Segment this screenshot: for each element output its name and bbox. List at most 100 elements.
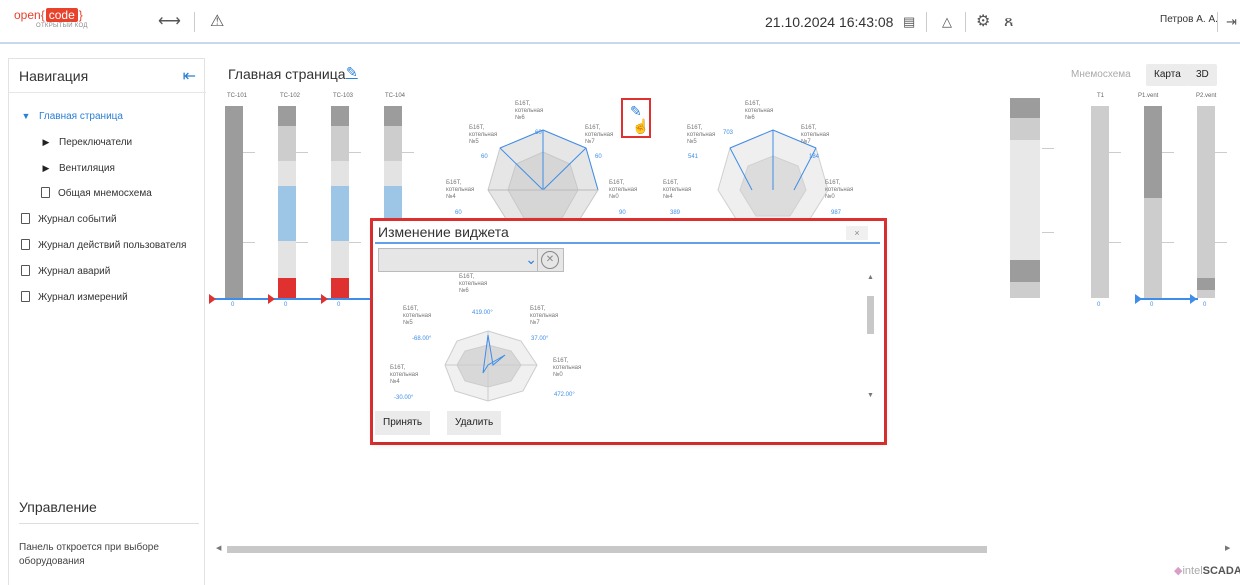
level-marker-icon	[1135, 294, 1142, 304]
widget-select[interactable]: ⌄ ✕	[378, 248, 564, 272]
tc-label: TC-103	[333, 93, 354, 99]
widget-edit-highlight[interactable]: ✎ ☝	[621, 98, 651, 138]
sidebar-item-measurement-log[interactable]: Журнал измерений	[21, 287, 128, 309]
tab-map[interactable]: Карта	[1146, 64, 1189, 86]
document-icon	[21, 265, 30, 276]
level-marker-icon	[1190, 294, 1197, 304]
brand-logo: ◆intelSCADA	[1174, 565, 1240, 577]
edit-page-icon[interactable]: ✎	[346, 64, 358, 81]
sidebar-item-ventilation[interactable]: ▶ Вентиляция	[39, 157, 115, 179]
logo[interactable]: open{code} ОТКРЫТЫЙ КОД	[14, 8, 88, 29]
tc-label: TC-102	[280, 93, 301, 99]
tab-3d[interactable]: 3D	[1188, 64, 1217, 86]
p2-vent-gauge[interactable]	[1197, 106, 1215, 298]
radar-label: Б16Т, котельная №6	[745, 101, 774, 121]
sidebar-item-main-page[interactable]: ▼ Главная страница	[19, 105, 123, 127]
chevron-down-icon[interactable]: ⌄	[525, 251, 537, 268]
level-gauge[interactable]	[1010, 98, 1040, 298]
sidebar-item-switches[interactable]: ▶ Переключатели	[39, 131, 133, 153]
radar-value: -30.00°	[394, 395, 414, 401]
radar-label: Б16Т, котельная №6	[459, 274, 488, 294]
tc102-gauge[interactable]	[278, 106, 296, 298]
document-icon	[21, 213, 30, 224]
document-icon	[21, 239, 30, 250]
sidebar-title: Навигация	[19, 68, 89, 84]
user-icon[interactable]: ጸ	[1004, 12, 1013, 32]
sidebar-item-general-mnemo[interactable]: Общая мнемосхема	[41, 183, 152, 205]
radar-value: 541	[688, 154, 699, 160]
tc101-gauge[interactable]	[225, 106, 243, 298]
radar-value: 389	[670, 210, 681, 216]
alarm-bell-icon[interactable]: △	[942, 12, 952, 32]
expand-arrows-icon[interactable]: ⟷	[158, 12, 181, 32]
collapse-sidebar-icon[interactable]: ⇤	[183, 66, 196, 86]
radar-value: 60	[595, 154, 602, 160]
zero-label: 0	[1203, 302, 1207, 308]
logout-icon[interactable]: ⇥	[1226, 12, 1237, 32]
scroll-right-icon[interactable]: ▶	[1225, 544, 1230, 552]
logo-text: open{code}	[14, 8, 83, 22]
dialog-scrollbar[interactable]: ▲ ▼	[866, 274, 875, 404]
tc104-gauge[interactable]	[384, 106, 402, 226]
level-marker-icon	[321, 294, 328, 304]
scroll-thumb[interactable]	[227, 546, 987, 553]
zero-label: 0	[1097, 302, 1101, 308]
level-baseline	[215, 298, 375, 300]
radar-value: 472.00°	[554, 392, 575, 398]
tc103-gauge[interactable]	[331, 106, 349, 298]
level-baseline	[1138, 298, 1198, 300]
tc-label: TC-101	[227, 93, 248, 99]
radar-value: 419.00°	[472, 310, 493, 316]
caret-down-icon[interactable]: ▼	[19, 105, 33, 127]
radar-label: Б16Т, котельная №5	[687, 125, 716, 145]
management-title: Управление	[19, 499, 199, 524]
warning-icon[interactable]: ⚠	[210, 12, 224, 32]
edit-widget-dialog: Изменение виджета × ⌄ ✕ Б16Т, котельная …	[373, 221, 884, 442]
radar-label: Б16Т, котельная №4	[390, 365, 419, 385]
sidebar-item-event-log[interactable]: Журнал событий	[21, 209, 117, 231]
close-button[interactable]: ×	[846, 226, 868, 240]
radar-value: 90	[619, 210, 626, 216]
level-marker-icon	[268, 294, 275, 304]
t1-gauge[interactable]	[1091, 106, 1109, 298]
zero-label: 0	[1150, 302, 1154, 308]
caret-right-icon[interactable]: ▶	[39, 131, 53, 153]
tc-label: P2.vent	[1196, 93, 1217, 99]
user-name[interactable]: Петров А. А.	[1160, 14, 1218, 25]
divider	[1217, 12, 1218, 32]
radar-label: Б16Т, котельная №7	[530, 306, 559, 326]
horizontal-scrollbar[interactable]: ◀ ▶	[213, 544, 1240, 554]
radar-value: -68.00°	[412, 336, 432, 342]
divider	[926, 12, 927, 32]
caret-right-icon[interactable]: ▶	[39, 157, 53, 179]
settings-gear-icon[interactable]: ⚙	[976, 12, 990, 32]
sidebar-item-user-actions-log[interactable]: Журнал действий пользователя	[21, 235, 186, 257]
book-icon[interactable]: ▤	[903, 12, 915, 32]
radar-label: Б16Т, котельная №5	[469, 125, 498, 145]
hand-pointer-icon: ☝	[632, 118, 650, 134]
radar-label: Б16Т, котельная №6	[515, 101, 544, 121]
zero-label: 0	[231, 302, 235, 308]
radar-label: Б16Т, котельная №0	[553, 358, 582, 378]
sidebar-header: Навигация ⇤	[9, 59, 206, 93]
app-root: open{code} ОТКРЫТЫЙ КОД ⟷ ⚠ 21.10.2024 1…	[0, 0, 1240, 585]
scroll-thumb[interactable]	[867, 296, 874, 334]
p1-vent-gauge[interactable]	[1144, 106, 1162, 298]
sidebar-item-alarm-log[interactable]: Журнал аварий	[21, 261, 110, 283]
scroll-left-icon[interactable]: ◀	[216, 544, 221, 552]
clear-icon[interactable]: ✕	[541, 251, 559, 269]
scroll-up-icon[interactable]: ▲	[867, 274, 874, 281]
tc-label: T1	[1097, 93, 1105, 99]
title-divider	[375, 242, 880, 244]
dialog-title: Изменение виджета	[378, 224, 509, 240]
level-marker-icon	[209, 294, 216, 304]
delete-button[interactable]: Удалить	[447, 411, 502, 435]
tab-mnemo[interactable]: Мнемосхема	[1063, 64, 1139, 86]
document-icon	[21, 291, 30, 302]
scroll-down-icon[interactable]: ▼	[867, 392, 874, 399]
divider	[194, 12, 195, 32]
accept-button[interactable]: Принять	[375, 411, 431, 435]
logo-subtitle: ОТКРЫТЫЙ КОД	[36, 23, 88, 29]
tc-label: TC-104	[385, 93, 406, 99]
document-icon	[41, 187, 50, 198]
